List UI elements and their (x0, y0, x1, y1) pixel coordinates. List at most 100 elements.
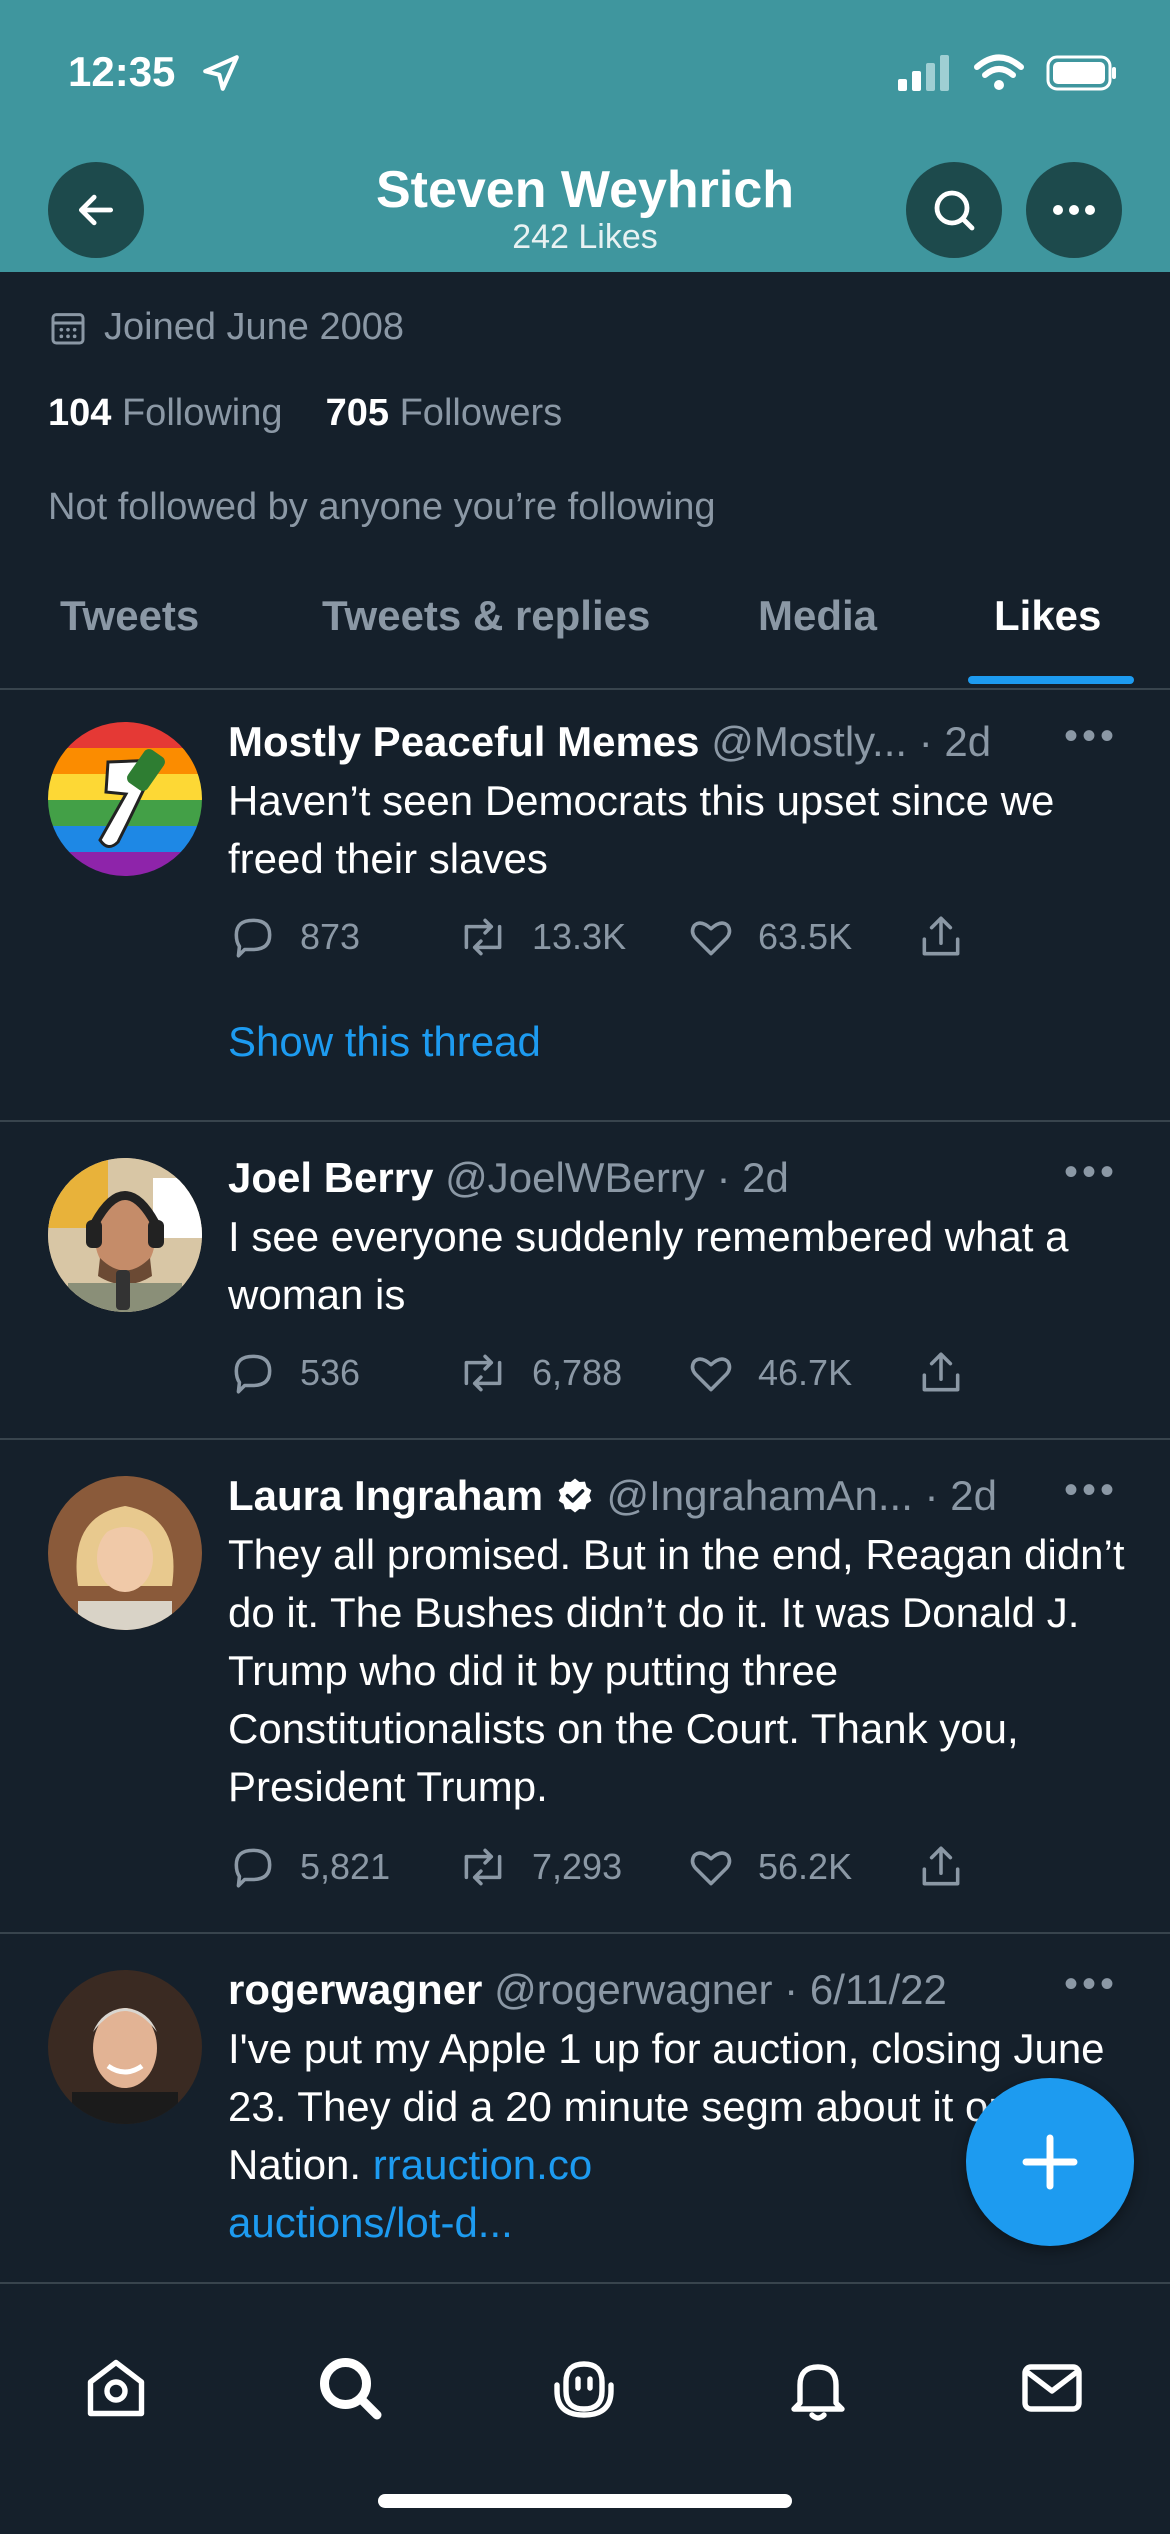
active-tab-indicator (968, 676, 1134, 684)
envelope-icon (1022, 2364, 1082, 2412)
rainbow-meme-avatar-icon (48, 722, 202, 876)
tweet-actions: 873 13.3K 63.5K (228, 912, 988, 972)
calendar-icon (51, 312, 85, 344)
share-button[interactable] (916, 912, 966, 962)
tweet-author-name[interactable]: Laura Ingraham (228, 1472, 543, 1519)
retweet-count: 7,293 (532, 1846, 623, 1887)
like-button[interactable]: 46.7K (686, 1348, 852, 1398)
tweet-card[interactable]: Joel Berry @JoelWBerry · 2d ••• I see ev… (0, 1120, 1170, 1440)
show-thread-link[interactable]: Show this thread (228, 1018, 541, 1066)
heart-icon (690, 1851, 732, 1886)
retweet-button[interactable]: 6,788 (456, 1348, 622, 1398)
tweet-author-name[interactable]: Joel Berry (228, 1154, 433, 1201)
more-options-button[interactable] (1026, 162, 1122, 258)
tweet-header: Joel Berry @JoelWBerry · 2d (228, 1154, 789, 1202)
tweet-menu-button[interactable]: ••• (1064, 714, 1118, 759)
reply-count: 873 (300, 916, 361, 957)
share-icon (922, 1846, 960, 1886)
retweet-button[interactable]: 13.3K (456, 912, 626, 962)
tab-likes[interactable]: Likes (994, 592, 1101, 640)
reply-button[interactable]: 5,821 (228, 1842, 390, 1892)
reply-icon (234, 1354, 272, 1394)
tweet-header: Laura Ingraham @IngrahamAn... · 2d (228, 1472, 997, 1520)
home-icon (87, 2359, 145, 2417)
joined-text: Joined June 2008 (104, 306, 405, 348)
tweet-menu-button[interactable]: ••• (1064, 1962, 1118, 2007)
like-count: 56.2K (758, 1846, 853, 1887)
compose-tweet-button[interactable] (966, 2078, 1134, 2246)
avatar[interactable] (48, 1476, 202, 1630)
avatar[interactable] (48, 1970, 202, 2124)
heart-icon (690, 1357, 732, 1392)
avatar[interactable] (48, 1158, 202, 1312)
retweet-icon (464, 918, 502, 956)
man-headphones-avatar-icon (48, 1158, 202, 1312)
reply-button[interactable]: 536 (228, 1348, 360, 1398)
retweet-button[interactable]: 7,293 (456, 1842, 622, 1892)
tweet-menu-button[interactable]: ••• (1064, 1150, 1118, 1195)
status-indicators (896, 54, 1118, 92)
following-label: Following (121, 392, 283, 434)
tweet-text: I see everyone suddenly remembered what … (228, 1213, 1069, 1318)
home-indicator[interactable] (378, 2494, 792, 2508)
tab-tweets[interactable]: Tweets (60, 592, 199, 640)
bell-icon (791, 2364, 845, 2421)
tweet-text: Haven’t seen Democrats this upset since … (228, 777, 1055, 882)
spaces-microphone-icon (554, 2361, 614, 2418)
tweet-author-name[interactable]: Mostly Peaceful Memes (228, 718, 700, 765)
tweet-header: rogerwagner @rogerwagner · 6/11/22 (228, 1966, 947, 2014)
profile-tabs: Tweets Tweets & replies Media Likes (0, 580, 1170, 690)
like-button[interactable]: 63.5K (686, 912, 852, 962)
tab-media[interactable]: Media (758, 592, 877, 640)
retweet-count: 13.3K (532, 916, 627, 957)
follow-stats: 104 Following 705 Followers (48, 392, 562, 435)
tweet-author-name[interactable]: rogerwagner (228, 1966, 482, 2013)
retweet-icon (464, 1354, 502, 1392)
tweet-actions: 536 6,788 46.7K (228, 1348, 988, 1408)
tweet-actions: 5,821 7,293 56.2K (228, 1842, 988, 1902)
tweet-handle-time: @rogerwagner · 6/11/22 (494, 1966, 947, 2013)
tweet-card[interactable]: Laura Ingraham @IngrahamAn... · 2d ••• T… (0, 1438, 1170, 1934)
like-count: 46.7K (758, 1352, 853, 1393)
reply-button[interactable]: 873 (228, 912, 360, 962)
cellular-signal-icon (898, 55, 949, 91)
share-icon (922, 916, 960, 956)
search-button[interactable] (906, 162, 1002, 258)
nav-search[interactable] (310, 2348, 390, 2428)
avatar[interactable] (48, 722, 202, 876)
heart-icon (690, 921, 732, 956)
reply-count: 536 (300, 1352, 361, 1393)
nav-notifications[interactable] (778, 2348, 858, 2428)
verified-badge-icon (558, 1478, 592, 1513)
tab-tweets-replies[interactable]: Tweets & replies (322, 592, 650, 640)
followers-count: 705 (325, 392, 390, 434)
share-button[interactable] (916, 1348, 966, 1398)
tweet-link[interactable]: rrauction.co (373, 2141, 592, 2188)
tweet-handle-time: @IngrahamAn... · 2d (606, 1472, 997, 1519)
nav-messages[interactable] (1012, 2348, 1092, 2428)
wifi-icon (974, 54, 1024, 90)
tweet-handle-time: @JoelWBerry · 2d (445, 1154, 789, 1201)
tweet-link[interactable]: auctions/lot-d... (228, 2199, 513, 2246)
more-horizontal-icon (1053, 205, 1095, 215)
share-button[interactable] (916, 1842, 966, 1892)
not-followed-notice: Not followed by anyone you’re following (48, 486, 716, 528)
nav-home[interactable] (76, 2348, 156, 2428)
nav-spaces[interactable] (544, 2348, 624, 2428)
tweet-menu-button[interactable]: ••• (1064, 1468, 1118, 1513)
reply-icon (234, 1848, 272, 1888)
joined-date: Joined June 2008 (48, 306, 404, 349)
plus-icon (1022, 2134, 1078, 2190)
man-portrait-avatar-icon (48, 1970, 202, 2124)
like-button[interactable]: 56.2K (686, 1842, 852, 1892)
share-icon (922, 1352, 960, 1392)
reply-icon (234, 918, 272, 958)
followers-link[interactable]: 705 Followers (326, 392, 563, 434)
following-link[interactable]: 104 Following (48, 392, 293, 434)
followers-label: Followers (399, 392, 563, 434)
tweet-header: Mostly Peaceful Memes @Mostly... · 2d (228, 718, 991, 766)
retweet-icon (464, 1848, 502, 1886)
tweet-card[interactable]: Mostly Peaceful Memes @Mostly... · 2d ••… (0, 690, 1170, 1122)
following-count: 104 (48, 392, 112, 434)
tweet-text: They all promised. But in the end, Reaga… (228, 1531, 1125, 1810)
